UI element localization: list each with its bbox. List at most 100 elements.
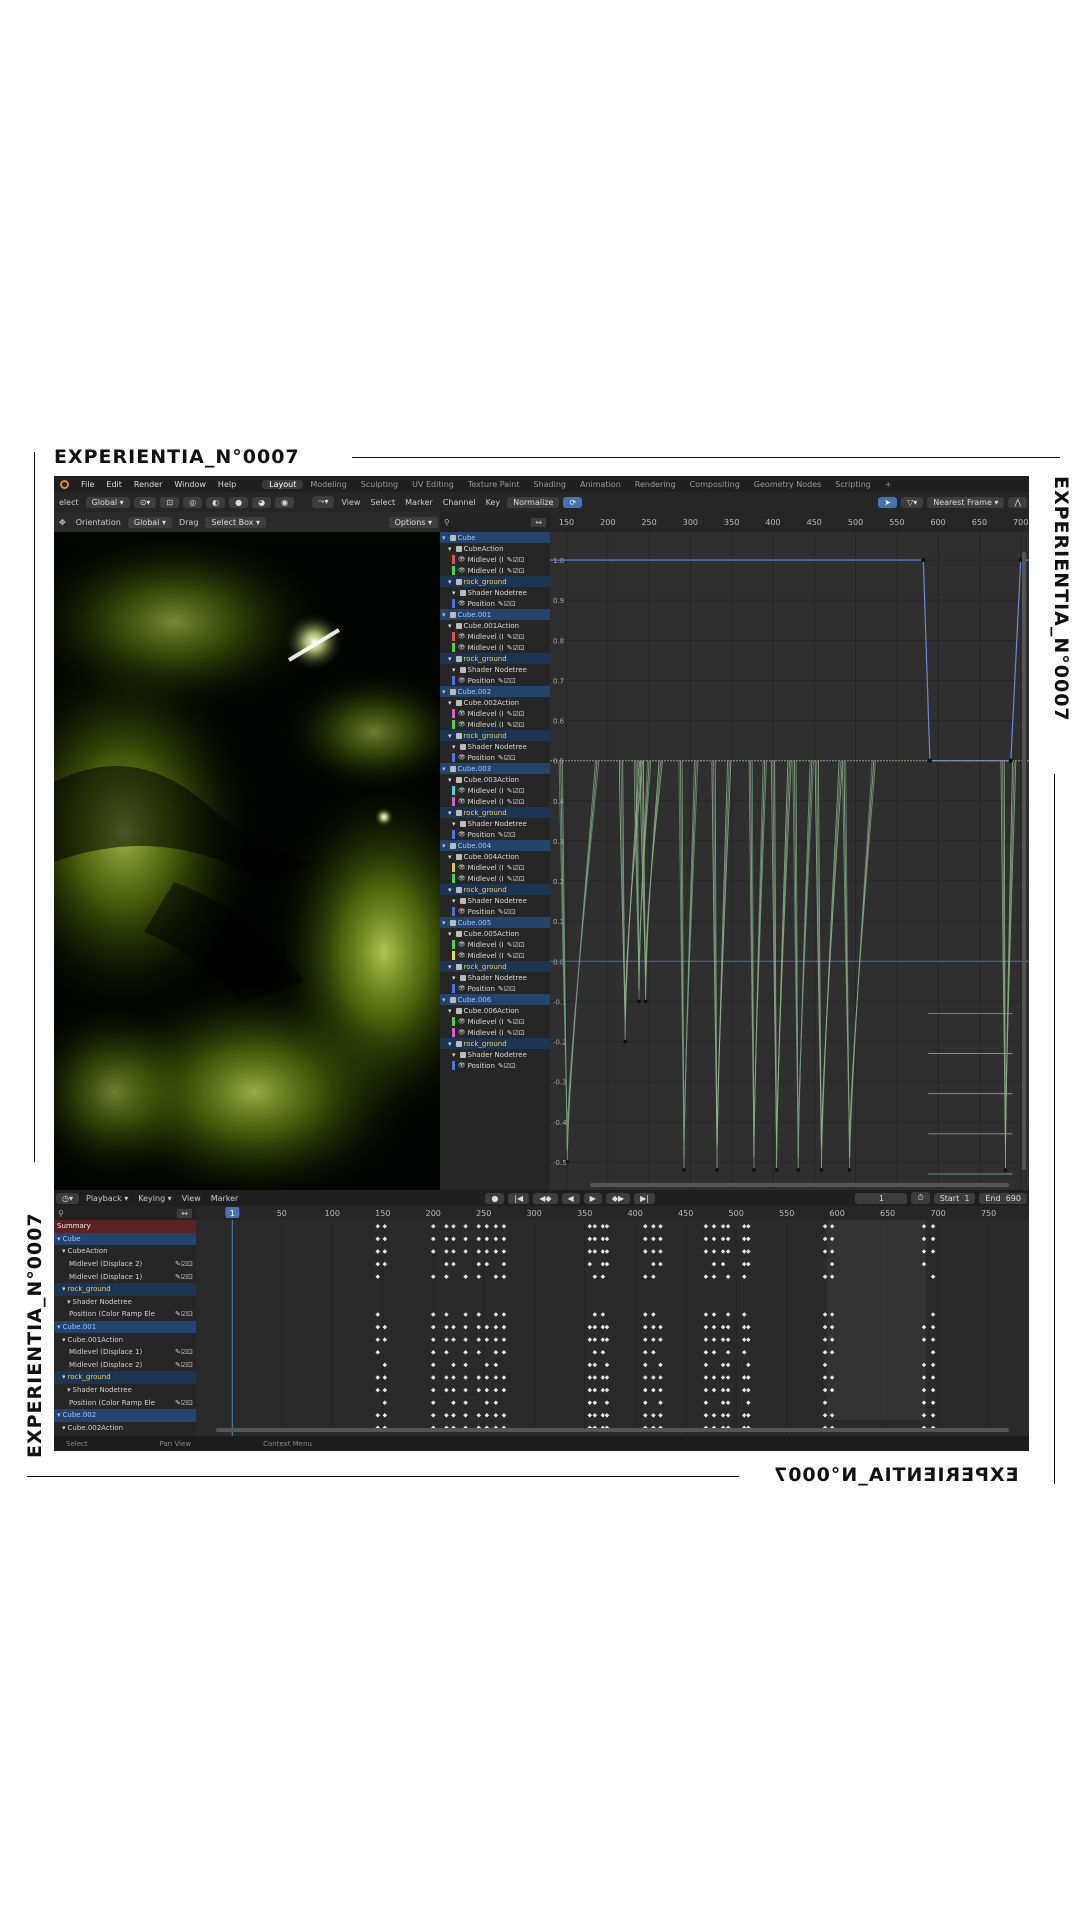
dopesheet-channel-obj[interactable]: ▾ Cube.001 (54, 1320, 196, 1334)
dopesheet-channel-obj[interactable]: ▾ Cube.002 (54, 1408, 196, 1422)
keyframe-diamond[interactable] (462, 1349, 469, 1356)
expand-triangle-icon[interactable]: ▾ (452, 743, 456, 751)
keyframe-diamond[interactable] (430, 1324, 437, 1331)
keyframe-diamond[interactable] (650, 1248, 657, 1255)
keyframe-diamond[interactable] (720, 1361, 727, 1368)
channel-toggle-icons[interactable]: ✎☑⊡ (175, 1361, 193, 1369)
expand-triangle-icon[interactable]: ▾ (62, 1373, 66, 1381)
keyframe-diamond[interactable] (475, 1412, 482, 1419)
graph-channel-fcurve[interactable]: 👁 Position ✎☑⊡ (440, 906, 550, 917)
keyframe-diamond[interactable] (711, 1273, 717, 1280)
keyframe-diamond[interactable] (745, 1261, 752, 1268)
visibility-eye-icon[interactable]: 👁 (458, 600, 466, 607)
keyframe-diamond[interactable] (657, 1336, 664, 1343)
graph-editor-canvas[interactable]: 1.0 0.9 0.8 0.7 0.6 0.5 0.4 0.3 0.2 0.1 0.0 -0.1 -0.… (550, 532, 1029, 1190)
expand-triangle-icon[interactable]: ▾ (57, 1323, 61, 1331)
expand-triangle-icon[interactable]: ▾ (448, 1040, 452, 1048)
channel-toggle-icons[interactable]: ✎☑⊡ (507, 798, 525, 806)
keyframe-diamond[interactable] (599, 1273, 606, 1280)
keyframe-diamond[interactable] (430, 1412, 437, 1419)
channel-toggle-icons[interactable]: ✎☑⊡ (498, 831, 516, 839)
keyframe-diamond[interactable] (374, 1223, 381, 1230)
keyframe-diamond[interactable] (725, 1336, 732, 1343)
graph-channel-action[interactable]: ▾ Cube.005Action (440, 928, 550, 939)
keyframe-diamond[interactable] (475, 1336, 482, 1343)
keyframe-diamond[interactable] (475, 1311, 482, 1318)
menu-help[interactable]: Help (212, 480, 242, 489)
graph-channel-fcurve[interactable]: 👁 Position ✎☑⊡ (440, 752, 550, 763)
keyframe-diamond[interactable] (374, 1235, 381, 1242)
keyframe-diamond[interactable] (492, 1399, 499, 1406)
keyframe-diamond[interactable] (374, 1336, 381, 1343)
keyframe-diamond[interactable] (450, 1248, 457, 1255)
keyframe-point[interactable] (1003, 1168, 1008, 1172)
visibility-eye-icon[interactable]: 👁 (458, 908, 466, 915)
keyframe-diamond[interactable] (483, 1223, 490, 1230)
keyframe-diamond[interactable] (462, 1223, 469, 1230)
expand-triangle-icon[interactable]: ▾ (448, 963, 452, 971)
channel-toggle-icons[interactable]: ✎☑⊡ (498, 908, 516, 916)
shading-solid-icon[interactable]: ● (229, 496, 249, 508)
workspace-tab-uv-editing[interactable]: UV Editing (405, 480, 461, 489)
keyframe-diamond[interactable] (492, 1361, 499, 1368)
editor-type-icon[interactable]: ⤳▾ (312, 496, 335, 508)
timeline-menu-view[interactable]: View (177, 1194, 206, 1203)
keyframe-diamond[interactable] (450, 1361, 457, 1368)
keyframe-diamond[interactable] (822, 1273, 828, 1280)
keyframe-diamond[interactable] (443, 1223, 450, 1230)
graph-channel-action[interactable]: ▾ Cube.001Action (440, 620, 550, 631)
keyframe-diamond[interactable] (725, 1349, 732, 1356)
channel-toggle-icons[interactable]: ✎☑⊡ (498, 985, 516, 993)
keyframe-diamond[interactable] (443, 1412, 450, 1419)
graph-channel-fcurve[interactable]: 👁 Midlevel (I ✎☑⊡ (440, 708, 550, 719)
keyframe-diamond[interactable] (450, 1235, 457, 1242)
channel-toggle-icons[interactable]: ✎☑⊡ (507, 864, 525, 872)
keyframe-diamond[interactable] (702, 1311, 709, 1318)
keyframe-diamond[interactable] (591, 1248, 598, 1255)
dopesheet-channel-mat[interactable]: ▾ rock_ground (54, 1371, 196, 1384)
channel-toggle-icons[interactable]: ✎☑⊡ (175, 1273, 193, 1281)
keyframe-diamond[interactable] (702, 1248, 709, 1255)
keyframe-diamond[interactable] (591, 1361, 598, 1368)
next-key-icon[interactable]: ◆▶ (605, 1192, 631, 1204)
jump-start-icon[interactable]: |◀ (508, 1192, 530, 1204)
keyframe-diamond[interactable] (650, 1311, 657, 1318)
keyframe-diamond[interactable] (586, 1387, 593, 1394)
keyframe-diamond[interactable] (725, 1324, 732, 1331)
keyframe-diamond[interactable] (711, 1336, 717, 1343)
graph-channel-action[interactable]: ▾ Cube.003Action (440, 774, 550, 785)
timeline-menu-marker[interactable]: Marker (206, 1194, 244, 1203)
keyframe-diamond[interactable] (443, 1273, 450, 1280)
keyframe-diamond[interactable] (430, 1349, 437, 1356)
keyframe-diamond[interactable] (930, 1235, 937, 1242)
timeline-editor-icon[interactable]: ◷▾ (56, 1192, 79, 1204)
snap-icon[interactable]: ⊡ (160, 496, 180, 508)
keyframe-diamond[interactable] (720, 1336, 727, 1343)
shading-rendered-icon[interactable]: ◉ (275, 496, 295, 508)
record-icon[interactable]: ● (485, 1192, 505, 1204)
channel-toggle-icons[interactable]: ✎☑⊡ (175, 1399, 193, 1407)
channel-toggle-icons[interactable]: ✎☑⊡ (498, 1062, 516, 1070)
drag-select[interactable]: Select Box ▾ (205, 516, 267, 528)
keyframe-diamond[interactable] (711, 1324, 717, 1331)
keyframe-diamond[interactable] (642, 1349, 649, 1356)
keyframe-diamond[interactable] (720, 1248, 727, 1255)
keyframe-diamond[interactable] (930, 1311, 937, 1318)
keyframe-diamond[interactable] (462, 1336, 469, 1343)
keyframe-point[interactable] (715, 1168, 719, 1172)
midlevel-fcurve[interactable] (681, 760, 695, 1170)
keyframe-diamond[interactable] (930, 1387, 937, 1394)
keyframe-diamond[interactable] (642, 1374, 649, 1381)
play-icon[interactable]: ▶ (583, 1192, 602, 1204)
keyframe-diamond[interactable] (492, 1273, 499, 1280)
keyframe-diamond[interactable] (745, 1248, 752, 1255)
keyframe-diamond[interactable] (603, 1324, 610, 1331)
menu-window[interactable]: Window (168, 480, 212, 489)
dopesheet-channel-mat[interactable]: ▾ rock_ground (54, 1282, 196, 1296)
keyframe-diamond[interactable] (501, 1248, 507, 1255)
graph-channel-fcurve[interactable]: 👁 Midlevel (I ✎☑⊡ (440, 719, 550, 730)
keyframe-diamond[interactable] (462, 1324, 469, 1331)
keyframe-diamond[interactable] (657, 1399, 664, 1406)
keyframe-diamond[interactable] (745, 1361, 752, 1368)
keyframe-diamond[interactable] (822, 1311, 828, 1318)
